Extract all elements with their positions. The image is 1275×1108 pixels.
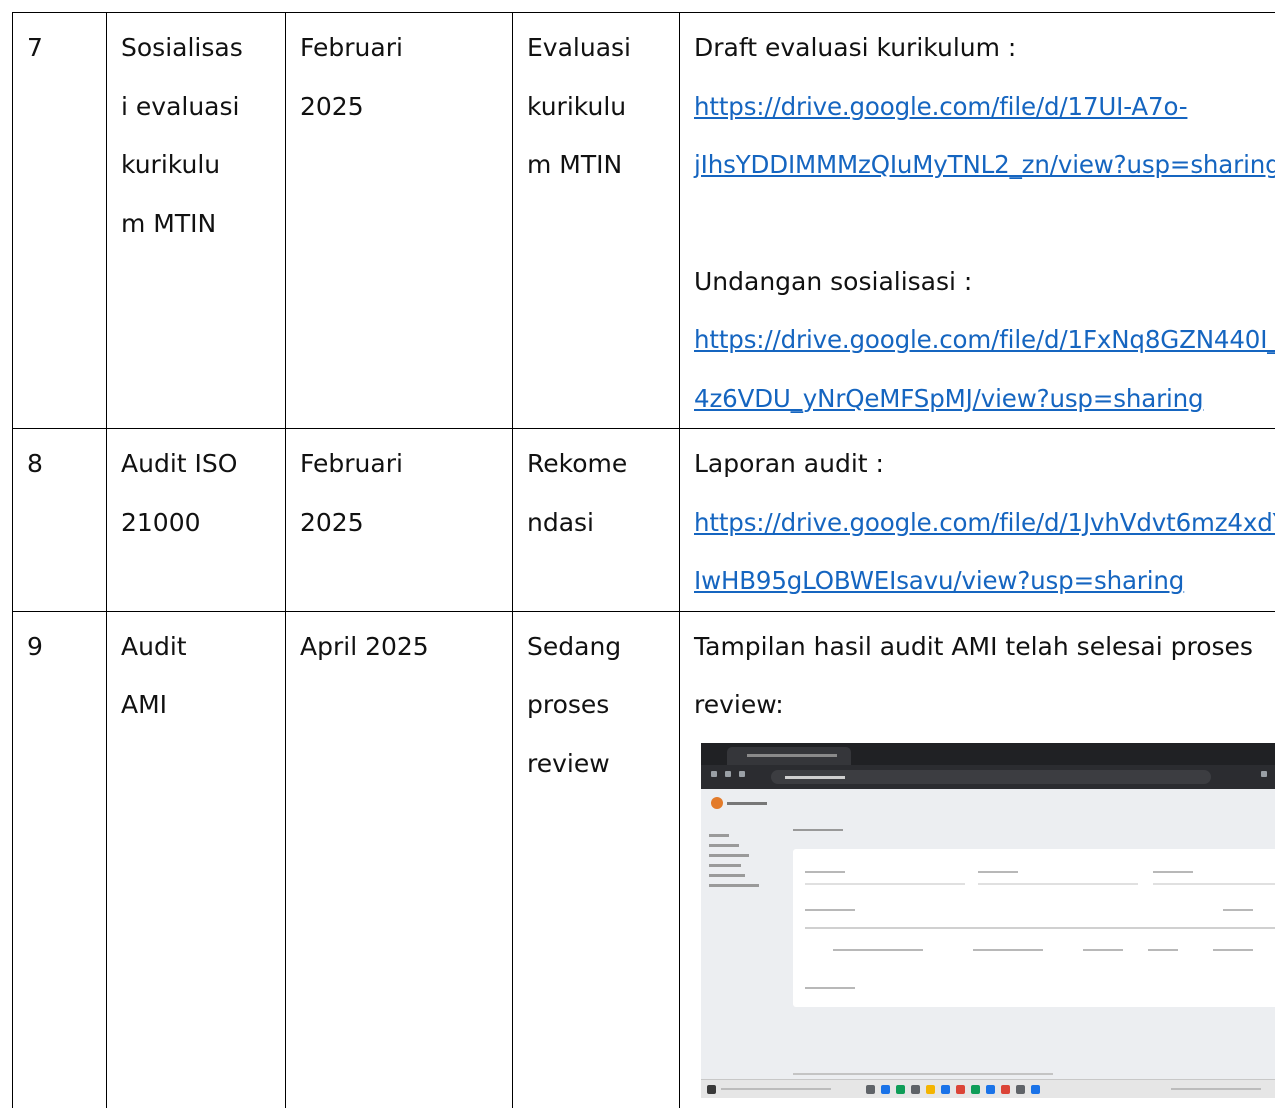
drive-link[interactable]: 4z6VDU_yNrQeMFSpMJ/view?usp=sharing	[694, 370, 1275, 429]
evidence-cell: Tampilan hasil audit AMI telah selesai p…	[680, 611, 1275, 1108]
activity-cell: Audit ISO 21000	[107, 429, 286, 612]
site-logo-icon	[711, 797, 723, 809]
row-number: 7	[27, 19, 98, 78]
time-text: Februari	[300, 435, 504, 494]
activity-table: 7 Sosialisas i evaluasi kurikulu m MTIN …	[12, 12, 1275, 1108]
row-number-cell: 9	[13, 611, 107, 1108]
time-text: Februari	[300, 19, 504, 78]
activity-text: i evaluasi	[121, 78, 277, 137]
status-cell: Sedang proses review	[513, 611, 680, 1108]
status-text: review	[527, 735, 671, 794]
blank-line	[694, 195, 1275, 253]
evidence-label: Draft evaluasi kurikulum :	[694, 19, 1275, 78]
activity-text: Audit ISO	[121, 435, 277, 494]
row-number: 9	[27, 618, 98, 677]
table-row: 7 Sosialisas i evaluasi kurikulu m MTIN …	[13, 13, 1275, 429]
status-cell: Rekome ndasi	[513, 429, 680, 612]
activity-text: AMI	[121, 676, 277, 735]
evidence-text: Tampilan hasil audit AMI telah selesai p…	[694, 618, 1275, 677]
status-text: Sedang	[527, 618, 671, 677]
drive-link[interactable]: https://drive.google.com/file/d/17UI-A7o…	[694, 78, 1275, 137]
browser-tab-bar	[701, 743, 1275, 765]
status-text: Evaluasi	[527, 19, 671, 78]
content-card	[793, 849, 1275, 1007]
audit-screenshot-image	[701, 743, 1275, 1098]
activity-cell: Sosialisas i evaluasi kurikulu m MTIN	[107, 13, 286, 429]
evidence-cell: Draft evaluasi kurikulum : https://drive…	[680, 13, 1275, 429]
time-cell: Februari 2025	[286, 13, 513, 429]
web-page-area	[701, 789, 1275, 1079]
evidence-text: review:	[694, 676, 1275, 735]
activity-text: 21000	[121, 494, 277, 553]
time-text: April 2025	[300, 618, 504, 677]
drive-link[interactable]: https://drive.google.com/file/d/1JvhVdvt…	[694, 494, 1275, 553]
evidence-label: Undangan sosialisasi :	[694, 253, 1275, 312]
evidence-label: Laporan audit :	[694, 435, 1275, 494]
activity-cell: Audit AMI	[107, 611, 286, 1108]
status-text: proses	[527, 676, 671, 735]
status-text: ndasi	[527, 494, 671, 553]
sidebar-menu	[709, 827, 779, 894]
time-cell: April 2025	[286, 611, 513, 1108]
row-number: 8	[27, 435, 98, 494]
drive-link[interactable]: https://drive.google.com/file/d/1FxNq8GZ…	[694, 311, 1275, 370]
time-text: 2025	[300, 494, 504, 553]
evidence-cell: Laporan audit : https://drive.google.com…	[680, 429, 1275, 612]
status-text: Rekome	[527, 435, 671, 494]
table-row: 9 Audit AMI April 2025 Sedang proses rev…	[13, 611, 1275, 1108]
browser-address-bar	[701, 765, 1275, 789]
time-cell: Februari 2025	[286, 429, 513, 612]
status-cell: Evaluasi kurikulu m MTIN	[513, 13, 680, 429]
activity-text: Sosialisas	[121, 19, 277, 78]
table-row: 8 Audit ISO 21000 Februari 2025 Rekome n…	[13, 429, 1275, 612]
drive-link[interactable]: IwHB95gLOBWEIsavu/view?usp=sharing	[694, 552, 1275, 611]
status-text: m MTIN	[527, 136, 671, 195]
time-text: 2025	[300, 78, 504, 137]
row-number-cell: 7	[13, 13, 107, 429]
drive-link[interactable]: jIhsYDDIMMMzQIuMyTNL2_zn/view?usp=sharin…	[694, 136, 1275, 195]
browser-tab	[727, 747, 851, 765]
activity-text: Audit	[121, 618, 277, 677]
row-number-cell: 8	[13, 429, 107, 612]
activity-text: m MTIN	[121, 195, 277, 254]
activity-text: kurikulu	[121, 136, 277, 195]
taskbar	[701, 1079, 1275, 1098]
status-text: kurikulu	[527, 78, 671, 137]
